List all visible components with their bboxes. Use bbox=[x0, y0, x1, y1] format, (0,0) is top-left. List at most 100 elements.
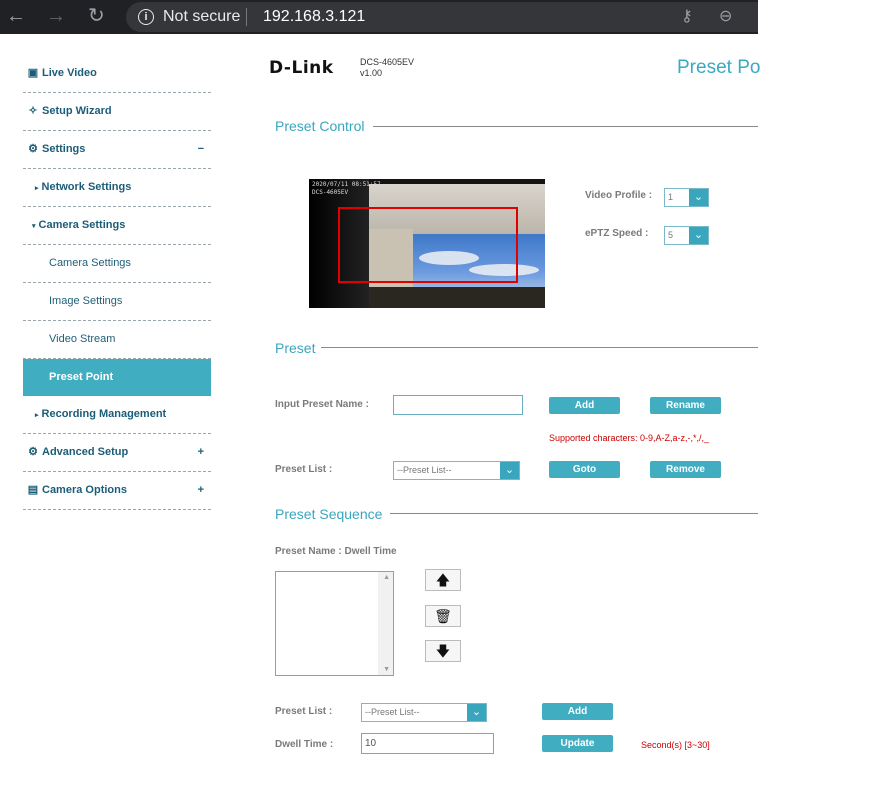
expand-icon[interactable]: + bbox=[198, 472, 204, 509]
key-icon[interactable]: ⚷ bbox=[681, 6, 693, 26]
firmware-version: v1.00 bbox=[360, 68, 383, 78]
sidebar-item-live-video[interactable]: ▣ Live Video bbox=[23, 55, 211, 93]
section-divider bbox=[390, 513, 758, 514]
wand-icon: ✧ bbox=[28, 105, 38, 117]
sidebar-item-camera-options[interactable]: ▤ Camera Options + bbox=[23, 472, 211, 510]
preview-railing bbox=[369, 287, 545, 308]
preset-rename-button[interactable]: Rename bbox=[650, 397, 721, 414]
model-name: DCS-4605EV bbox=[360, 57, 415, 67]
sidebar-item-label: Image Settings bbox=[49, 295, 123, 307]
zoom-icon[interactable]: ⊖ bbox=[719, 6, 732, 26]
video-profile-label: Video Profile : bbox=[585, 190, 653, 201]
preset-list-select[interactable]: --Preset List-- ⌄ bbox=[393, 461, 520, 480]
sidebar-item-label: Camera Options bbox=[42, 484, 127, 496]
sequence-preset-list-label: Preset List : bbox=[275, 706, 333, 717]
sidebar-item-image-settings[interactable]: Image Settings bbox=[23, 283, 211, 321]
brand-logo: D-Link bbox=[269, 58, 334, 78]
scroll-up-icon[interactable]: ▲ bbox=[383, 574, 390, 581]
collapse-icon[interactable]: − bbox=[198, 131, 204, 168]
preset-remove-button[interactable]: Remove bbox=[650, 461, 721, 478]
move-up-button[interactable]: 🡅 bbox=[425, 569, 461, 591]
osd-camera-name: DCS-4605EV bbox=[312, 189, 349, 196]
video-profile-select[interactable]: 1 ⌄ bbox=[664, 188, 709, 207]
section-divider bbox=[321, 347, 758, 348]
sidebar-item-preset-point[interactable]: Preset Point bbox=[23, 359, 211, 396]
input-preset-name-label: Input Preset Name : bbox=[275, 399, 369, 410]
expand-icon[interactable]: + bbox=[198, 434, 204, 471]
sidebar-item-label: Settings bbox=[42, 143, 86, 155]
forward-icon[interactable]: → bbox=[46, 5, 66, 27]
sidebar-item-label: Advanced Setup bbox=[42, 446, 129, 458]
info-icon[interactable]: i bbox=[138, 9, 154, 25]
sidebar-item-camera-settings-group[interactable]: ▾ Camera Settings bbox=[23, 207, 211, 245]
osd-timestamp: 2020/07/11 08:51:57 bbox=[312, 181, 381, 188]
video-icon: ▣ bbox=[27, 67, 39, 79]
sidebar-item-network-settings[interactable]: ▸ Network Settings bbox=[23, 169, 211, 207]
page-title: Preset Po bbox=[677, 57, 761, 78]
section-title-preset: Preset bbox=[275, 340, 316, 356]
sidebar-item-label: Video Stream bbox=[49, 333, 116, 345]
gears-icon: ⚙ bbox=[28, 446, 38, 458]
dwell-range-note: Second(s) [3~30] bbox=[641, 740, 710, 750]
preset-list-value: --Preset List-- bbox=[397, 465, 452, 475]
sidebar-item-label: Live Video bbox=[42, 67, 97, 79]
sidebar-item-label: Network Settings bbox=[41, 181, 132, 193]
preset-list-label: Preset List : bbox=[275, 464, 333, 475]
camera-options-icon: ▤ bbox=[27, 484, 39, 496]
reload-icon[interactable]: ↻ bbox=[88, 5, 105, 27]
eptz-region-box[interactable] bbox=[338, 207, 518, 283]
sequence-add-button[interactable]: Add bbox=[542, 703, 613, 720]
eptz-speed-value: 5 bbox=[668, 230, 674, 240]
video-profile-value: 1 bbox=[668, 192, 674, 202]
sidebar: ▣ Live Video ✧ Setup Wizard ⚙ Settings − ▸ N… bbox=[23, 55, 211, 510]
preset-name-input[interactable] bbox=[393, 395, 523, 415]
address-bar[interactable]: i Not secure 192.168.3.121 ⚷ ⊖ bbox=[126, 2, 758, 32]
sidebar-item-settings[interactable]: ⚙ Settings − bbox=[23, 131, 211, 169]
sidebar-item-label: Camera Settings bbox=[49, 257, 131, 269]
chevron-down-icon: ⌄ bbox=[500, 462, 519, 479]
sidebar-item-video-stream[interactable]: Video Stream bbox=[23, 321, 211, 359]
sequence-list-header: Preset Name : Dwell Time bbox=[275, 546, 397, 557]
sidebar-item-setup-wizard[interactable]: ✧ Setup Wizard bbox=[23, 93, 211, 131]
eptz-speed-select[interactable]: 5 ⌄ bbox=[664, 226, 709, 245]
sidebar-item-camera-settings[interactable]: Camera Settings bbox=[23, 245, 211, 283]
delete-button[interactable]: 🗑 bbox=[425, 605, 461, 627]
scroll-down-icon[interactable]: ▼ bbox=[383, 666, 390, 673]
sidebar-item-label: Camera Settings bbox=[38, 219, 126, 231]
caret-right-icon: ▸ bbox=[35, 412, 39, 419]
trash-icon: 🗑 bbox=[434, 608, 452, 624]
move-down-button[interactable]: 🡇 bbox=[425, 640, 461, 662]
sidebar-item-label: Setup Wizard bbox=[42, 105, 112, 117]
security-label[interactable]: Not secure bbox=[163, 8, 240, 26]
chevron-down-icon: ⌄ bbox=[467, 704, 486, 721]
scrollbar[interactable] bbox=[378, 572, 393, 675]
address-separator bbox=[246, 8, 247, 26]
sequence-preset-list-value: --Preset List-- bbox=[365, 707, 420, 717]
back-icon[interactable]: ← bbox=[6, 5, 26, 27]
supported-characters-note: Supported characters: 0-9,A-Z,a-z,-,*,/,… bbox=[549, 433, 710, 443]
caret-right-icon: ▸ bbox=[35, 185, 39, 192]
preset-add-button[interactable]: Add bbox=[549, 397, 620, 414]
arrow-up-icon: 🡅 bbox=[435, 572, 451, 588]
chevron-down-icon: ⌄ bbox=[689, 227, 708, 244]
sidebar-item-label: Preset Point bbox=[49, 371, 114, 383]
caret-down-icon: ▾ bbox=[32, 223, 36, 230]
camera-preview[interactable]: 2020/07/11 08:51:57 DCS-4605EV bbox=[309, 179, 545, 308]
browser-toolbar: ← → ↻ i Not secure 192.168.3.121 ⚷ ⊖ bbox=[0, 0, 758, 34]
model-info: DCS-4605EV v1.00 bbox=[360, 57, 414, 79]
arrow-down-icon: 🡇 bbox=[435, 643, 451, 659]
dwell-time-label: Dwell Time : bbox=[275, 739, 334, 750]
preset-goto-button[interactable]: Goto bbox=[549, 461, 620, 478]
sidebar-item-advanced-setup[interactable]: ⚙ Advanced Setup + bbox=[23, 434, 211, 472]
section-title-preset-sequence: Preset Sequence bbox=[275, 506, 383, 522]
sequence-preset-list-select[interactable]: --Preset List-- ⌄ bbox=[361, 703, 487, 722]
url-text[interactable]: 192.168.3.121 bbox=[263, 8, 365, 26]
sidebar-item-label: Recording Management bbox=[41, 408, 167, 420]
sequence-update-button[interactable]: Update bbox=[542, 735, 613, 752]
dwell-time-input[interactable] bbox=[361, 733, 494, 754]
chevron-down-icon: ⌄ bbox=[689, 189, 708, 206]
eptz-speed-label: ePTZ Speed : bbox=[585, 228, 649, 239]
section-divider bbox=[373, 126, 758, 127]
sidebar-item-recording-management[interactable]: ▸ Recording Management bbox=[23, 396, 211, 434]
sequence-listbox[interactable]: ▲ ▼ bbox=[275, 571, 394, 676]
